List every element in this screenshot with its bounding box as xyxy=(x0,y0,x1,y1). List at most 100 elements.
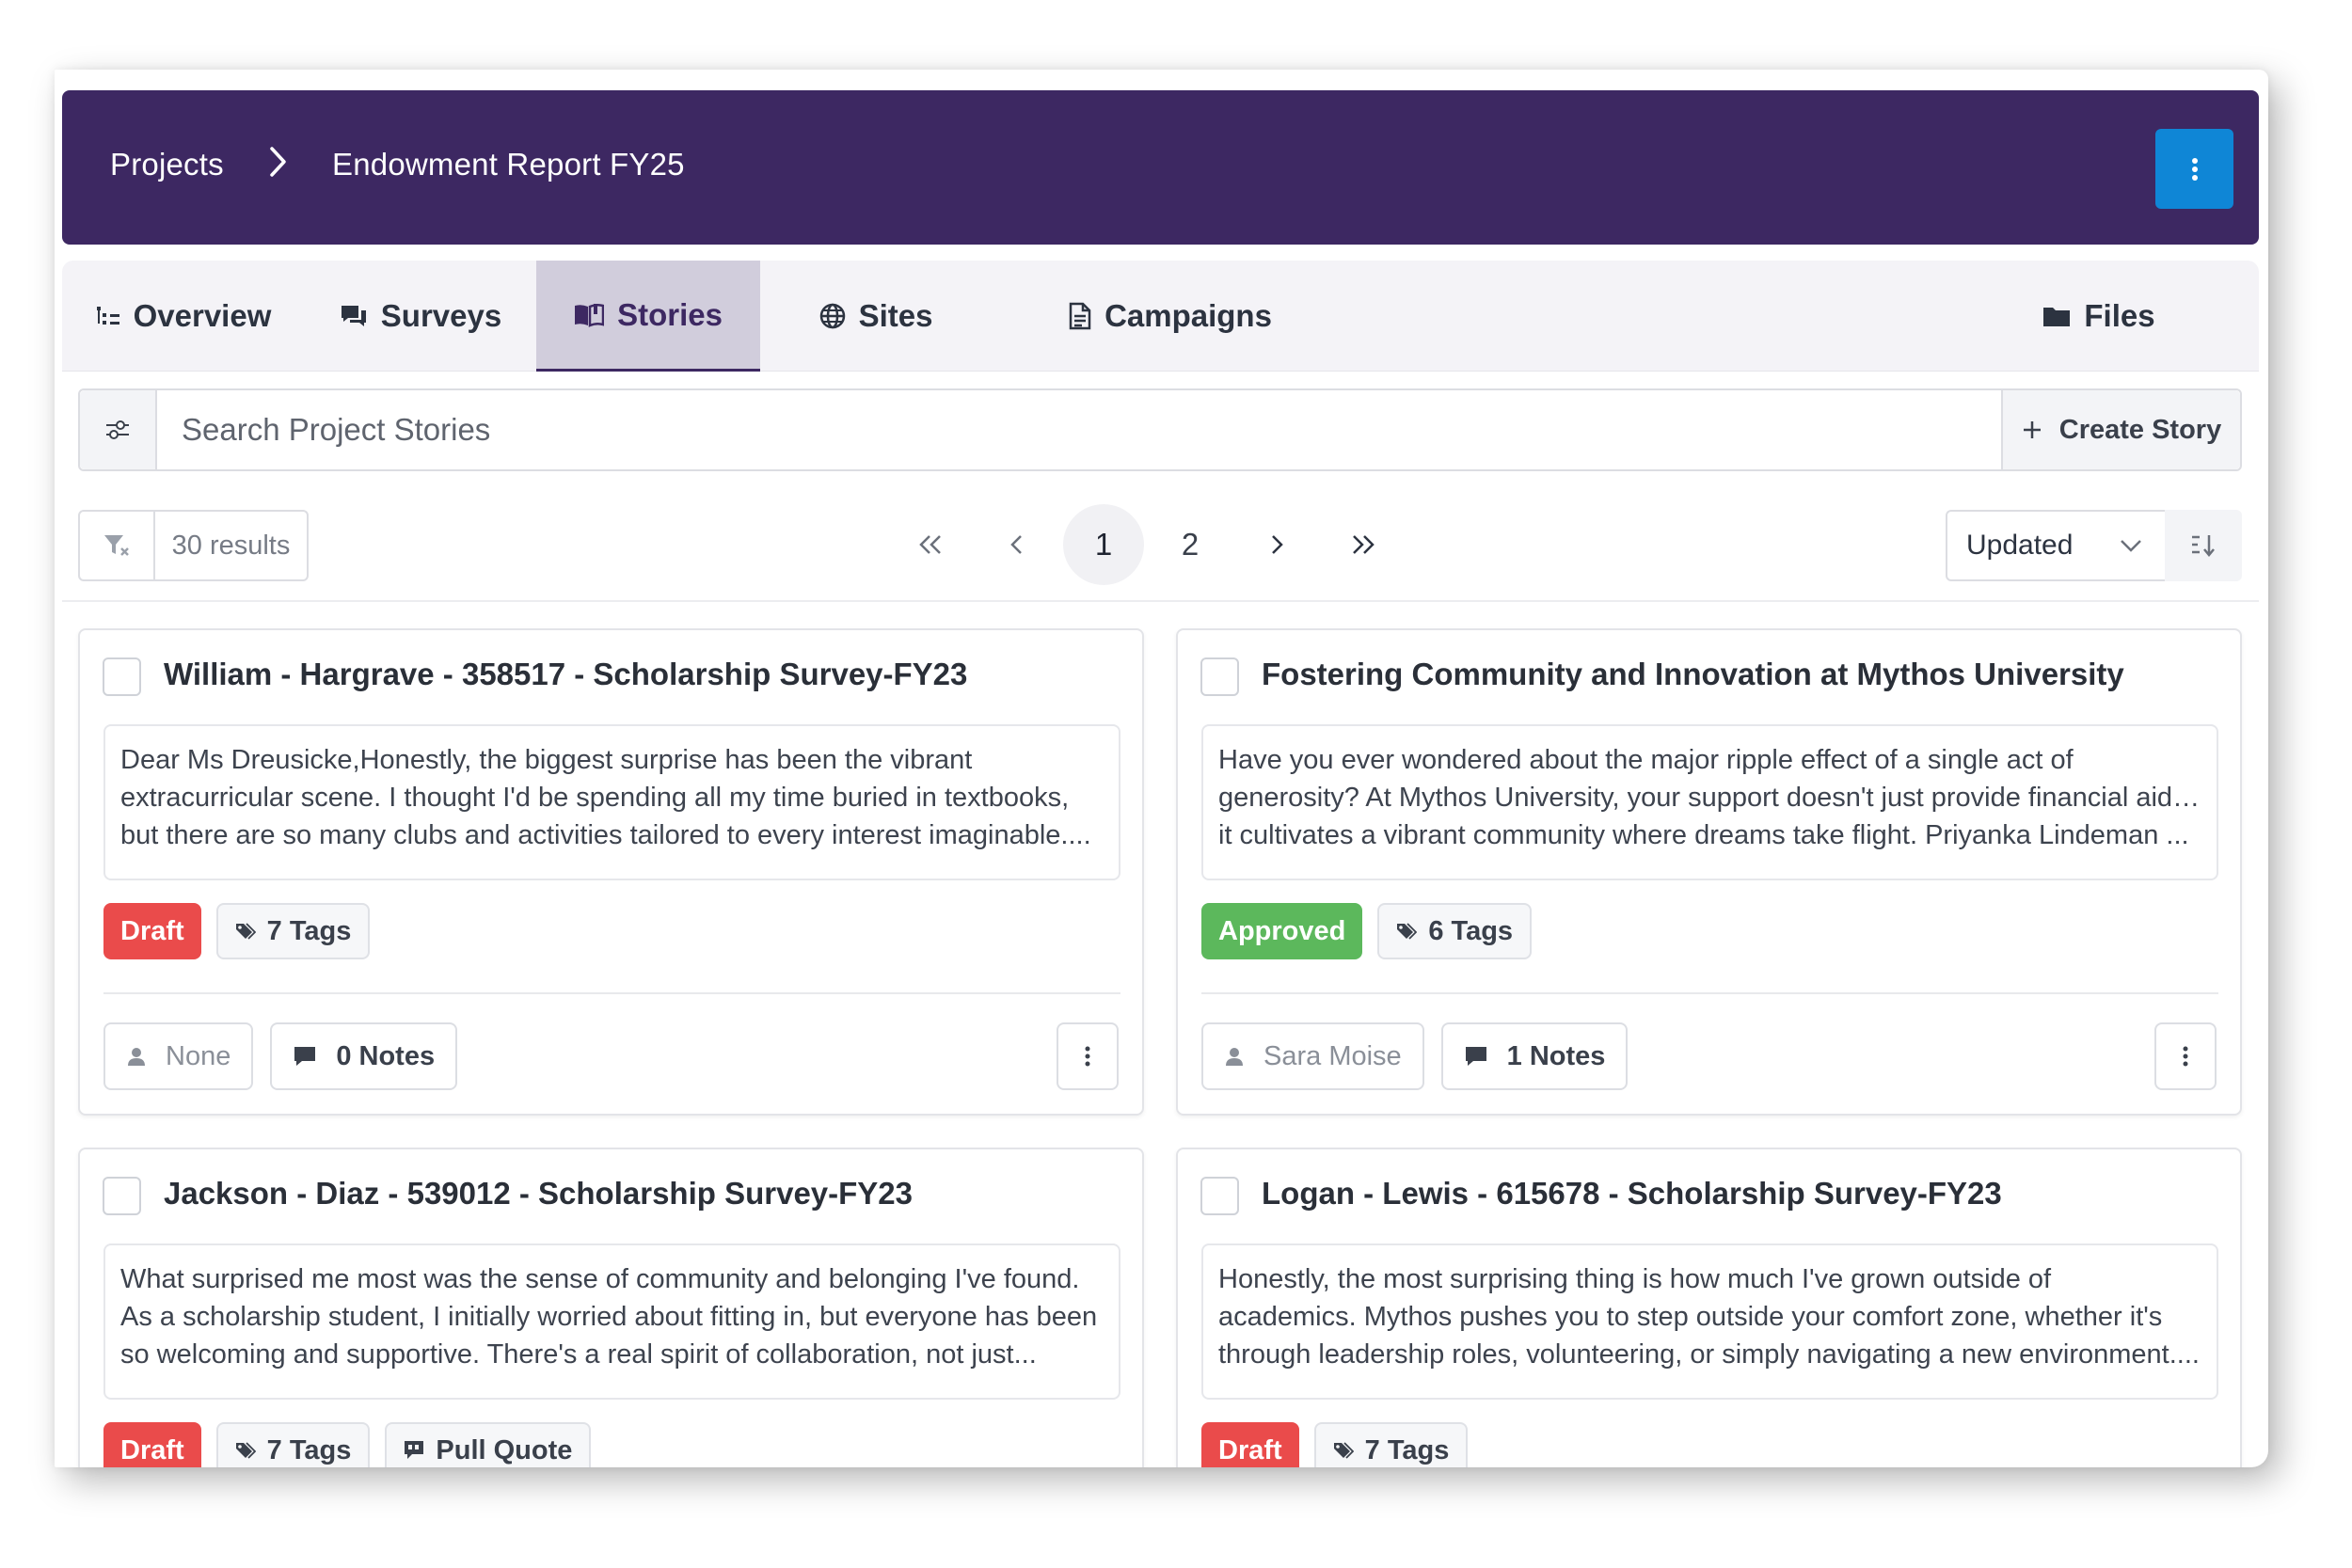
story-search-bar: Create Story xyxy=(78,388,2242,471)
tab-label: Surveys xyxy=(380,298,502,333)
story-title[interactable]: William - Hargrave - 358517 - Scholarshi… xyxy=(164,657,967,692)
excerpt-line: but there are so many clubs and activiti… xyxy=(120,820,1091,850)
project-menu-button[interactable] xyxy=(2155,129,2233,209)
assignee-name: Sara Moise xyxy=(1263,1040,1402,1071)
tags-icon xyxy=(235,1442,256,1459)
tags-icon xyxy=(235,923,256,940)
chevron-right-icon xyxy=(267,143,290,185)
toolbar-divider xyxy=(62,600,2259,602)
story-footer: None 0 Notes xyxy=(103,1022,458,1090)
story-title[interactable]: Jackson - Diaz - 539012 - Scholarship Su… xyxy=(164,1176,913,1212)
tags-button[interactable]: 6 Tags xyxy=(1377,903,1533,959)
notes-button[interactable]: 1 Notes xyxy=(1440,1022,1629,1090)
tab-sites[interactable]: Sites xyxy=(760,261,992,372)
story-select-checkbox[interactable] xyxy=(1200,1177,1239,1215)
story-card[interactable]: Logan - Lewis - 615678 - Scholarship Sur… xyxy=(1176,1148,2242,1467)
story-search-input[interactable] xyxy=(159,390,2001,469)
project-stories-page: Projects Endowment Report FY25 Overview … xyxy=(62,90,2259,1467)
outline-list-icon xyxy=(96,307,119,325)
previous-page-button[interactable] xyxy=(977,504,1057,585)
comments-icon xyxy=(341,306,366,326)
tab-label: Campaigns xyxy=(1104,298,1272,333)
tags-button[interactable]: 7 Tags xyxy=(1313,1422,1469,1467)
first-page-button[interactable] xyxy=(890,504,971,585)
story-excerpt: Honestly, the most surprising thing is h… xyxy=(1201,1243,2218,1400)
story-select-checkbox[interactable] xyxy=(1200,657,1239,696)
excerpt-line: through leadership roles, volunteering, … xyxy=(1218,1339,2200,1370)
story-card[interactable]: Jackson - Diaz - 539012 - Scholarship Su… xyxy=(78,1148,1144,1467)
chevron-left-icon xyxy=(1010,535,1022,554)
pull-quote-button[interactable]: Pull Quote xyxy=(385,1422,592,1467)
tab-campaigns[interactable]: Campaigns xyxy=(992,261,1349,372)
chevron-down-icon xyxy=(2118,532,2144,566)
status-badge: Draft xyxy=(103,903,201,959)
story-title[interactable]: Fostering Community and Innovation at My… xyxy=(1262,657,2124,692)
tags-count: 7 Tags xyxy=(266,1434,352,1465)
sort-direction-button[interactable] xyxy=(2165,510,2242,581)
story-badges: Draft 7 Tags Pull Quote xyxy=(103,1422,592,1467)
document-icon xyxy=(1069,302,1091,330)
filter-options-button[interactable] xyxy=(80,390,157,469)
tags-button[interactable]: 7 Tags xyxy=(215,1422,371,1467)
notes-button[interactable]: 0 Notes xyxy=(270,1022,458,1090)
story-select-checkbox[interactable] xyxy=(103,657,141,696)
notes-count: 0 Notes xyxy=(336,1040,436,1071)
clear-filters-button[interactable] xyxy=(78,510,155,581)
vertical-dots-icon xyxy=(2191,157,2198,181)
card-divider xyxy=(1201,992,2218,994)
quote-icon xyxy=(405,1441,424,1459)
pull-quote-label: Pull Quote xyxy=(436,1434,573,1465)
tags-button[interactable]: 7 Tags xyxy=(215,903,371,959)
vertical-dots-icon xyxy=(1085,1046,1090,1067)
tab-label: Stories xyxy=(617,296,723,332)
page-1-button[interactable]: 1 xyxy=(1063,504,1144,585)
assignee-button[interactable]: Sara Moise xyxy=(1201,1022,1424,1090)
excerpt-line: Have you ever wondered about the major r… xyxy=(1218,745,2074,775)
card-divider xyxy=(103,992,1120,994)
filter-clear-icon xyxy=(104,535,129,556)
excerpt-line: extracurricular scene. I thought I'd be … xyxy=(120,783,1070,813)
status-badge: Approved xyxy=(1201,903,1363,959)
story-footer: Sara Moise 1 Notes xyxy=(1201,1022,1629,1090)
excerpt-line: What surprised me most was the sense of … xyxy=(120,1264,1080,1294)
sort-by-select[interactable]: Updated xyxy=(1946,510,2167,581)
tab-files[interactable]: Files xyxy=(1977,261,2221,372)
notes-count: 1 Notes xyxy=(1506,1040,1606,1071)
chevron-right-icon xyxy=(1272,535,1283,554)
excerpt-line: generosity? At Mythos University, your s… xyxy=(1218,783,2201,813)
story-badges: Draft 7 Tags xyxy=(103,903,371,959)
excerpt-line: so welcoming and supportive. There's a r… xyxy=(120,1339,1037,1370)
comment-icon xyxy=(1465,1047,1486,1066)
app-window: Projects Endowment Report FY25 Overview … xyxy=(55,70,2268,1467)
story-badges: Approved 6 Tags xyxy=(1201,903,1533,959)
story-menu-button[interactable] xyxy=(1057,1022,1119,1090)
tab-overview[interactable]: Overview xyxy=(62,261,305,372)
excerpt-line: As a scholarship student, I initially wo… xyxy=(120,1302,1098,1332)
comment-icon xyxy=(294,1047,316,1066)
results-count: 30 results xyxy=(153,510,309,581)
create-story-button[interactable]: Create Story xyxy=(2001,390,2240,469)
story-menu-button[interactable] xyxy=(2154,1022,2217,1090)
tags-count: 7 Tags xyxy=(266,915,352,946)
tab-surveys[interactable]: Surveys xyxy=(305,261,536,372)
story-title[interactable]: Logan - Lewis - 615678 - Scholarship Sur… xyxy=(1262,1176,2002,1212)
double-chevron-right-icon xyxy=(1353,535,1375,554)
next-page-button[interactable] xyxy=(1236,504,1317,585)
user-icon xyxy=(128,1048,145,1066)
sort-by-value: Updated xyxy=(1966,530,2074,561)
assignee-button[interactable]: None xyxy=(103,1022,254,1090)
sliders-icon xyxy=(106,420,129,439)
folder-icon xyxy=(2043,308,2071,326)
story-card[interactable]: William - Hargrave - 358517 - Scholarshi… xyxy=(78,628,1144,1116)
tab-label: Sites xyxy=(858,298,933,333)
double-chevron-left-icon xyxy=(919,535,941,554)
story-card[interactable]: Fostering Community and Innovation at My… xyxy=(1176,628,2242,1116)
breadcrumb-projects[interactable]: Projects xyxy=(110,147,224,182)
story-select-checkbox[interactable] xyxy=(103,1177,141,1215)
page-2-button[interactable]: 2 xyxy=(1150,504,1231,585)
last-page-button[interactable] xyxy=(1323,504,1404,585)
excerpt-line: Honestly, the most surprising thing is h… xyxy=(1218,1264,2052,1294)
globe-icon xyxy=(819,303,845,329)
status-badge: Draft xyxy=(103,1422,201,1467)
tab-stories[interactable]: Stories xyxy=(536,261,760,372)
